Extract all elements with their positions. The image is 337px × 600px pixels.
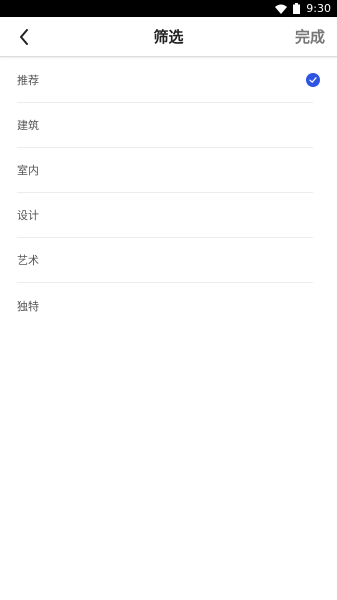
filter-item-architecture[interactable]: 建筑 [17,103,313,148]
filter-item-art[interactable]: 艺术 [17,238,313,283]
filter-item-interior[interactable]: 室内 [17,148,313,193]
filter-item-label: 独特 [17,299,39,313]
filter-item-label: 推荐 [17,74,39,87]
status-bar: 9:30 [0,0,337,17]
check-circle-icon [306,73,320,87]
filter-list: 推荐 建筑 室内 设计 艺术 独特 [0,58,337,328]
page-title: 筛选 [153,28,184,46]
wifi-icon [275,4,288,14]
filter-item-label: 艺术 [17,254,39,267]
filter-item-recommended[interactable]: 推荐 [17,58,320,103]
filter-item-label: 设计 [17,209,39,222]
nav-bar: 筛选 完成 [0,17,337,57]
back-button[interactable] [12,25,36,49]
done-button[interactable]: 完成 [295,17,325,57]
status-time: 9:30 [306,2,331,15]
battery-icon [293,3,301,14]
filter-item-design[interactable]: 设计 [17,193,313,238]
filter-item-label: 建筑 [17,119,39,132]
filter-item-unique[interactable]: 独特 [17,283,313,328]
chevron-left-icon [20,29,28,45]
filter-item-label: 室内 [17,164,39,177]
